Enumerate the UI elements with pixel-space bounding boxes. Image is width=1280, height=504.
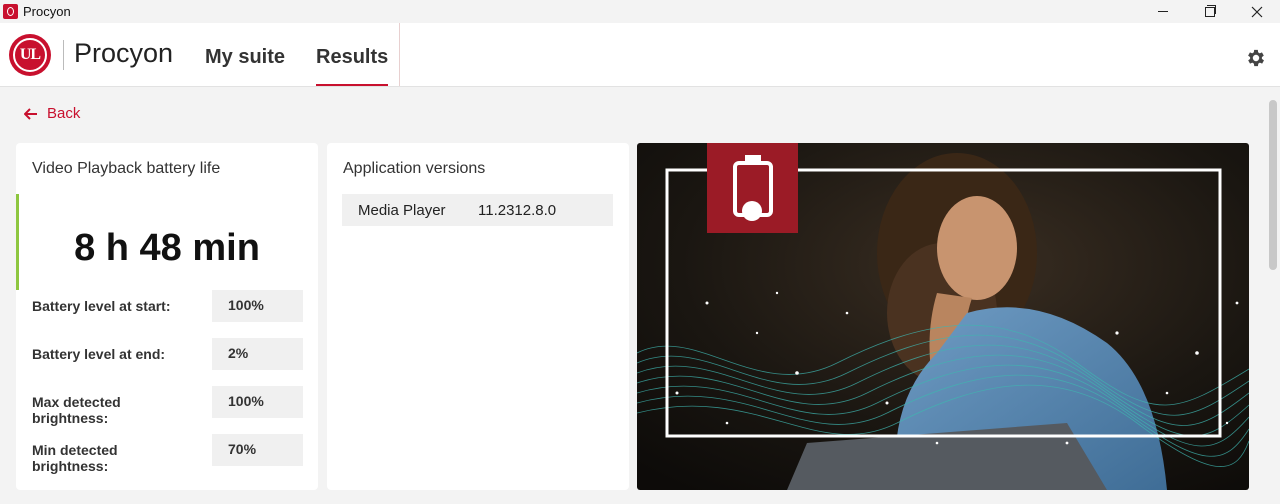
battery-life-card: Video Playback battery life 8 h 48 min B… [16, 143, 318, 490]
app-header: UL Procyon My suite Results [0, 23, 1280, 87]
stat-value-min-brightness: 70% [212, 434, 303, 466]
ul-logo: UL [9, 34, 51, 76]
minimize-button[interactable] [1140, 0, 1186, 23]
arrow-left-icon [24, 107, 37, 120]
stat-label-min-brightness: Min detected brightness: [32, 442, 118, 474]
stat-value-max-brightness: 100% [212, 386, 303, 418]
brand-name: Procyon [74, 38, 174, 68]
app-name: Media Player [358, 202, 446, 219]
scrollbar-thumb[interactable] [1269, 100, 1277, 270]
logo-divider [63, 40, 64, 70]
gear-icon[interactable] [1245, 47, 1267, 69]
tab-results[interactable]: Results [316, 46, 389, 86]
minimize-icon [1158, 11, 1168, 12]
benchmark-hero-image [637, 143, 1249, 490]
title-bar: Procyon [0, 0, 1280, 23]
application-versions-card: Application versions Media Player 11.231… [327, 143, 629, 490]
app-version: 11.2312.8.0 [478, 202, 557, 219]
stat-label-max-brightness: Max detected brightness: [32, 394, 121, 426]
tab-my-suite[interactable]: My suite [205, 46, 285, 86]
maximize-button[interactable] [1187, 0, 1233, 23]
header-divider [399, 23, 400, 86]
stat-label-start: Battery level at start: [32, 298, 171, 314]
app-icon [3, 4, 18, 19]
list-item: Media Player 11.2312.8.0 [342, 194, 613, 226]
vertical-scrollbar[interactable] [1266, 100, 1280, 504]
close-button[interactable] [1234, 0, 1280, 23]
stat-value-end: 2% [212, 338, 303, 370]
battery-duration: 8 h 48 min [74, 227, 260, 269]
card-title: Application versions [343, 160, 486, 177]
stat-label-end: Battery level at end: [32, 346, 166, 362]
restore-icon [1205, 4, 1216, 17]
card-title: Video Playback battery life [32, 160, 221, 177]
back-label: Back [47, 105, 81, 122]
close-icon [1251, 6, 1263, 17]
stat-value-start: 100% [212, 290, 303, 322]
window-title: Procyon [23, 4, 71, 19]
hero-illustration [637, 143, 1249, 490]
back-link[interactable]: Back [24, 105, 80, 122]
